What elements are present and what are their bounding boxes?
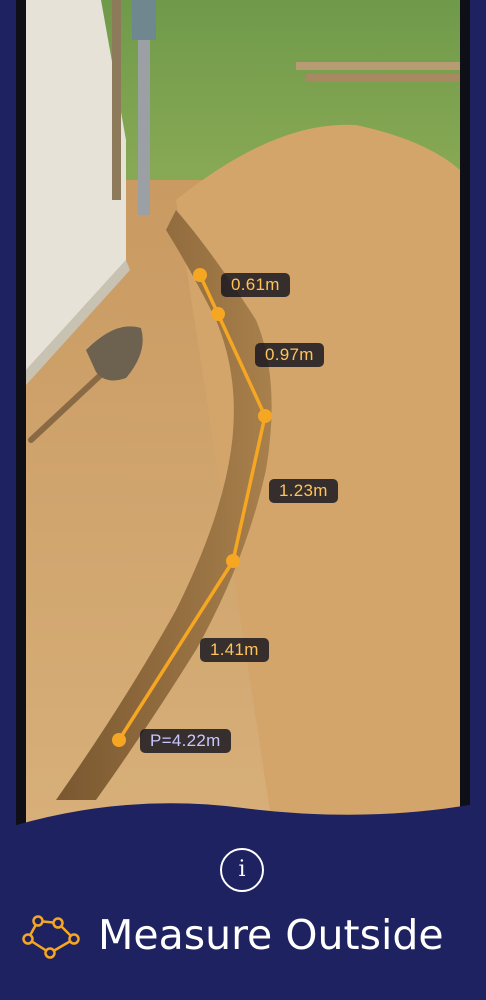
segment-length-label: 0.97m	[255, 343, 324, 367]
total-length-label: P=4.22m	[140, 729, 231, 753]
camera-scene	[26, 0, 460, 850]
measure-point[interactable]	[112, 733, 126, 747]
segment-length-label: 1.23m	[269, 479, 338, 503]
post	[112, 0, 121, 200]
info-icon: i	[238, 857, 246, 882]
measure-point[interactable]	[211, 307, 225, 321]
measure-point[interactable]	[193, 268, 207, 282]
conduit-pipe	[138, 40, 150, 215]
ar-camera-view[interactable]: 0.61m 0.97m 1.23m 1.41m P=4.22m	[26, 0, 460, 850]
measure-point[interactable]	[226, 554, 240, 568]
board	[306, 74, 460, 82]
segment-length-label: 1.41m	[200, 638, 269, 662]
measure-point[interactable]	[258, 409, 272, 423]
bottom-panel	[0, 802, 486, 1000]
screen: 0.61m 0.97m 1.23m 1.41m P=4.22m i Measur…	[0, 0, 486, 1000]
mode-title: Measure Outside	[98, 911, 444, 959]
electric-box	[132, 0, 156, 40]
polygon-measure-icon	[22, 915, 80, 959]
info-button[interactable]: i	[220, 848, 264, 892]
segment-length-label: 0.61m	[221, 273, 290, 297]
board	[296, 62, 460, 70]
